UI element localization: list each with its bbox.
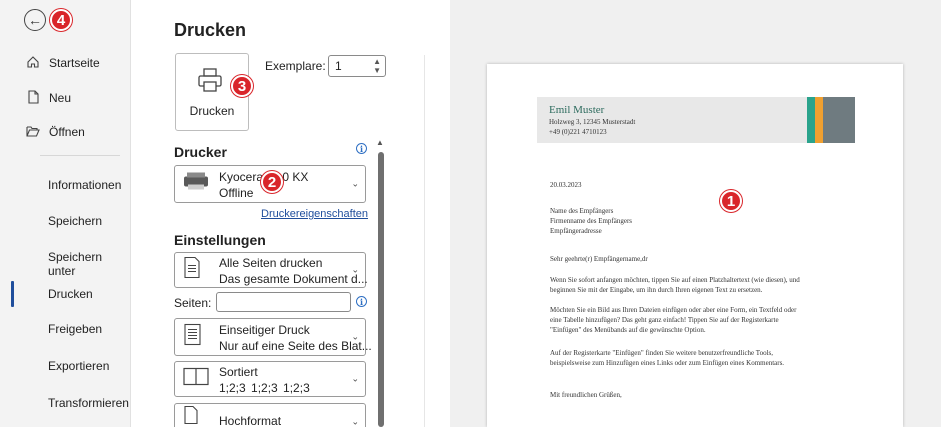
nav-item-speichern[interactable]: Speichern [48,214,102,228]
nav-item-neu[interactable]: Neu [0,83,131,113]
stripe-teal [807,97,815,143]
copies-label: Exemplare: [265,59,326,73]
nav-divider [40,155,120,156]
salutation: Sehr geehrte(r) Empfängername,dr [550,255,648,263]
nav-item-exportieren[interactable]: Exportieren [48,359,109,373]
print-button-label: Drucken [189,104,235,118]
paragraph-line: beginnen Sie mit der Eingabe, um ihn dur… [550,286,763,294]
single-sided-icon [183,323,203,352]
printer-properties-link[interactable]: Druckereigenschaften [261,208,368,220]
duplex-dropdown[interactable]: Einseitiger Druck Nur auf eine Seite des… [174,318,372,356]
recipient-line: Name des Empfängers [550,207,614,215]
backstage-sidebar: ← Startseite Neu Öffnen Informationen Sp… [0,0,131,427]
info-icon[interactable]: i [356,143,367,154]
nav-item-drucken[interactable]: Drucken [48,287,93,301]
printer-section-title: Drucker [174,144,227,160]
badge-4: 4 [50,9,72,31]
paragraph-line: Wenn Sie sofort anfangen möchten, tippen… [550,276,800,284]
pages-input[interactable] [216,292,351,312]
printer-device-icon [183,172,209,197]
preview-page: Emil Muster Holzweg 3, 12345 Musterstadt… [487,64,903,427]
portrait-icon [183,405,199,427]
copies-stepper[interactable]: 1 ▲ ▼ [328,55,386,77]
info-icon[interactable]: i [356,296,367,307]
print-range-title: Alle Seiten drucken [219,256,323,270]
printer-icon [196,66,224,94]
recipient-line: Firmenname des Empfängers [550,217,633,225]
collation-dropdown[interactable]: Sortiert 1;2;3 1;2;3 1;2;3 ⌄ [174,361,366,397]
letterhead: Emil Muster Holzweg 3, 12345 Musterstadt… [537,97,855,143]
nav-item-label: Neu [49,91,72,105]
recipient-line: Empfängeradresse [550,227,602,235]
nav-item-oeffnen[interactable]: Öffnen [0,117,131,147]
duplex-title: Einseitiger Druck [219,323,310,337]
scroll-thumb[interactable] [378,152,384,427]
panel-divider [424,55,425,427]
nav-item-label: Startseite [49,56,100,70]
spin-arrows-icon[interactable]: ▲ ▼ [373,57,381,75]
chevron-down-icon: ⌄ [351,373,359,384]
chevron-down-icon: ⌄ [351,178,359,189]
duplex-subtitle: Nur auf eine Seite des Blat... [219,339,372,353]
collated-icon [183,367,209,391]
sender-address: Holzweg 3, 12345 Musterstadt [549,118,636,126]
orientation-dropdown[interactable]: Hochformat ⌄ [174,403,366,427]
scroll-up-icon[interactable]: ▲ [376,138,384,147]
chevron-down-icon: ⌄ [351,416,359,427]
active-indicator [11,281,14,307]
page-title: Drucken [174,20,247,40]
home-icon [23,55,43,72]
stripe-orange [815,97,823,143]
letter-closing: Mit freundlichen Grüßen, [550,391,622,399]
chevron-down-icon: ⌄ [351,264,359,275]
nav-item-speichern-unter[interactable]: Speichern unter [48,250,130,278]
new-document-icon [23,89,43,107]
paragraph-line: Auf der Registerkarte "Einfügen" finden … [550,349,773,357]
copies-value: 1 [335,59,342,73]
stripe-gray [823,97,855,143]
pages-icon [183,256,201,285]
settings-section-title: Einstellungen [174,232,266,248]
badge-1: 1 [720,190,742,212]
sender-name: Emil Muster [549,104,605,116]
back-arrow-icon[interactable]: ← [24,9,46,31]
letter-date: 20.03.2023 [550,181,582,189]
print-range-dropdown[interactable]: Alle Seiten drucken Das gesamte Dokument… [174,252,368,288]
printer-status: Offline [219,186,254,200]
settings-scrollbar[interactable]: ▲ [376,138,388,427]
nav-item-transformieren[interactable]: Transformieren [48,396,129,410]
nav-item-informationen[interactable]: Informationen [48,178,121,192]
chevron-down-icon: ⌄ [351,331,359,342]
paragraph-line: beispielsweise zum Hinzufügen eines Link… [550,359,785,367]
pages-label: Seiten: [174,296,212,310]
nav-item-label: Öffnen [49,125,85,139]
badge-2: 2 [261,171,283,193]
collation-subtitle: 1;2;3 1;2;3 1;2;3 [219,381,310,395]
nav-item-startseite[interactable]: Startseite [0,48,131,78]
paragraph-line: Möchten Sie ein Bild aus Ihren Dateien e… [550,306,797,314]
open-folder-icon [23,124,43,141]
orientation-title: Hochformat [219,414,282,427]
paragraph-line: eine Tabelle hinzufügen? Das geht ganz e… [550,316,779,324]
collation-title: Sortiert [219,365,258,379]
sender-phone: +49 (0)221 4710123 [549,128,607,136]
paragraph-line: "Einfügen" des Menübands auf die gewünsc… [550,326,706,334]
nav-item-freigeben[interactable]: Freigeben [48,322,102,336]
print-range-subtitle: Das gesamte Dokument d... [219,272,368,286]
badge-3: 3 [231,75,253,97]
